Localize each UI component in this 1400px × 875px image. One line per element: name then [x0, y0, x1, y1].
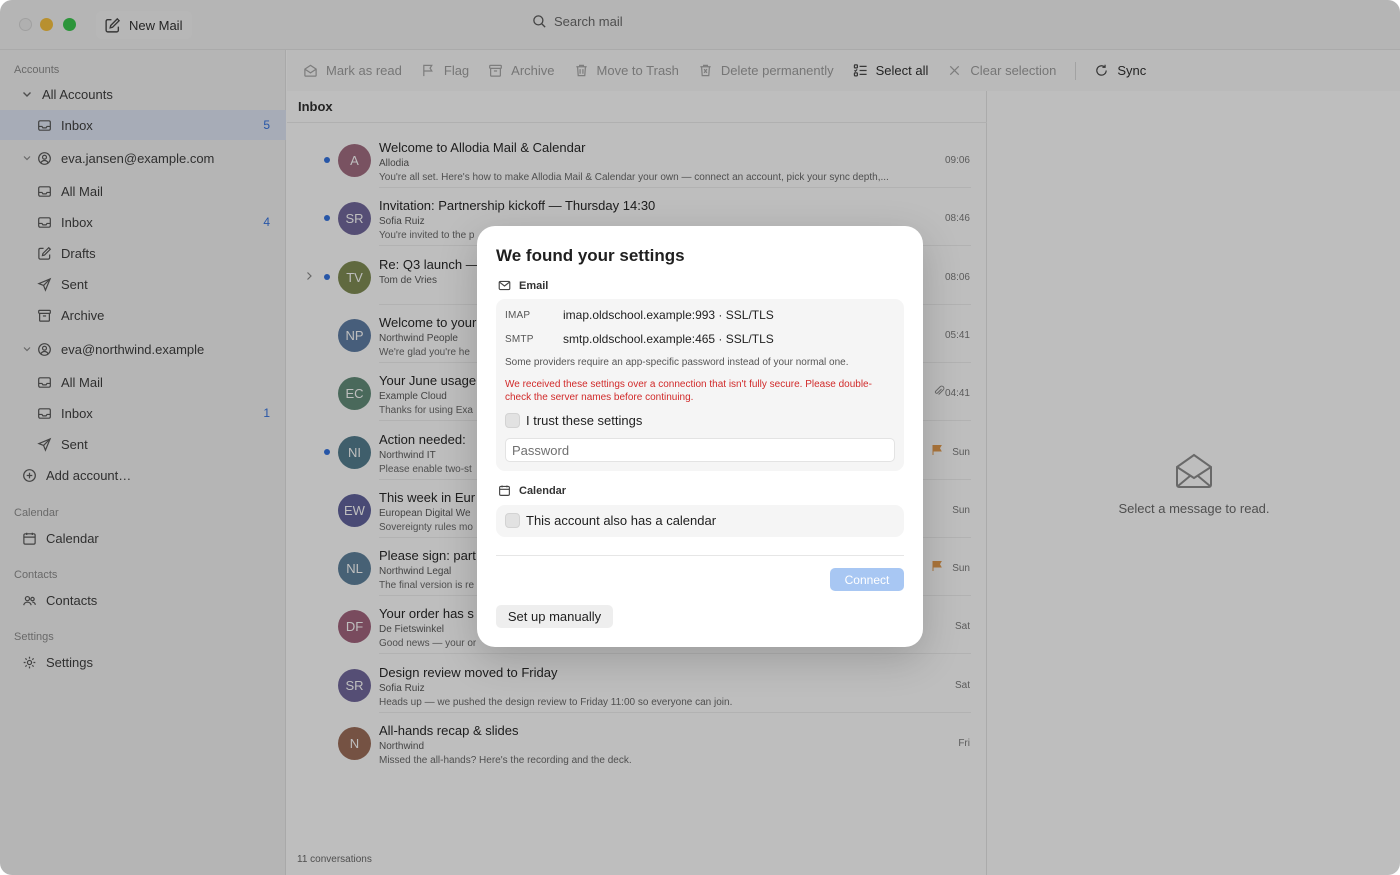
calendar-section-label: Calendar — [519, 484, 567, 497]
mail-window: New Mail Accounts All Accounts Inbox 5 e… — [0, 0, 1400, 875]
smtp-key: SMTP — [505, 333, 534, 345]
checkbox[interactable] — [505, 413, 520, 428]
email-section-label: Email — [519, 279, 549, 292]
trust-settings-checkbox[interactable]: I trust these settings — [505, 413, 642, 428]
trust-settings-label: I trust these settings — [526, 413, 643, 428]
imap-key: IMAP — [505, 309, 531, 321]
envelope-icon — [498, 280, 511, 291]
imap-row: IMAP imap.oldschool.example:993 · SSL/TL… — [505, 308, 774, 322]
divider — [496, 555, 904, 556]
calendar-section-header: Calendar — [498, 484, 566, 497]
email-settings-panel: IMAP imap.oldschool.example:993 · SSL/TL… — [496, 299, 904, 471]
dialog-title: We found your settings — [496, 246, 685, 265]
email-section-header: Email — [498, 279, 548, 292]
set-up-manually-button[interactable]: Set up manually — [496, 605, 613, 628]
settings-found-dialog: We found your settings Email IMAP imap.o… — [477, 226, 923, 647]
calendar-icon — [499, 485, 510, 496]
calendar-settings-panel: This account also has a calendar — [496, 505, 904, 537]
checkbox[interactable] — [505, 513, 520, 528]
has-calendar-label: This account also has a calendar — [526, 513, 717, 528]
password-note: Some providers require an app-specific p… — [505, 357, 849, 368]
password-field[interactable] — [505, 438, 895, 462]
security-warning: We received these settings over a connec… — [505, 379, 872, 403]
connect-button[interactable]: Connect — [830, 568, 904, 591]
smtp-row: SMTP smtp.oldschool.example:465 · SSL/TL… — [505, 332, 774, 346]
has-calendar-checkbox[interactable]: This account also has a calendar — [505, 513, 716, 528]
imap-value: imap.oldschool.example:993 · SSL/TLS — [563, 308, 774, 322]
smtp-value: smtp.oldschool.example:465 · SSL/TLS — [563, 332, 774, 346]
